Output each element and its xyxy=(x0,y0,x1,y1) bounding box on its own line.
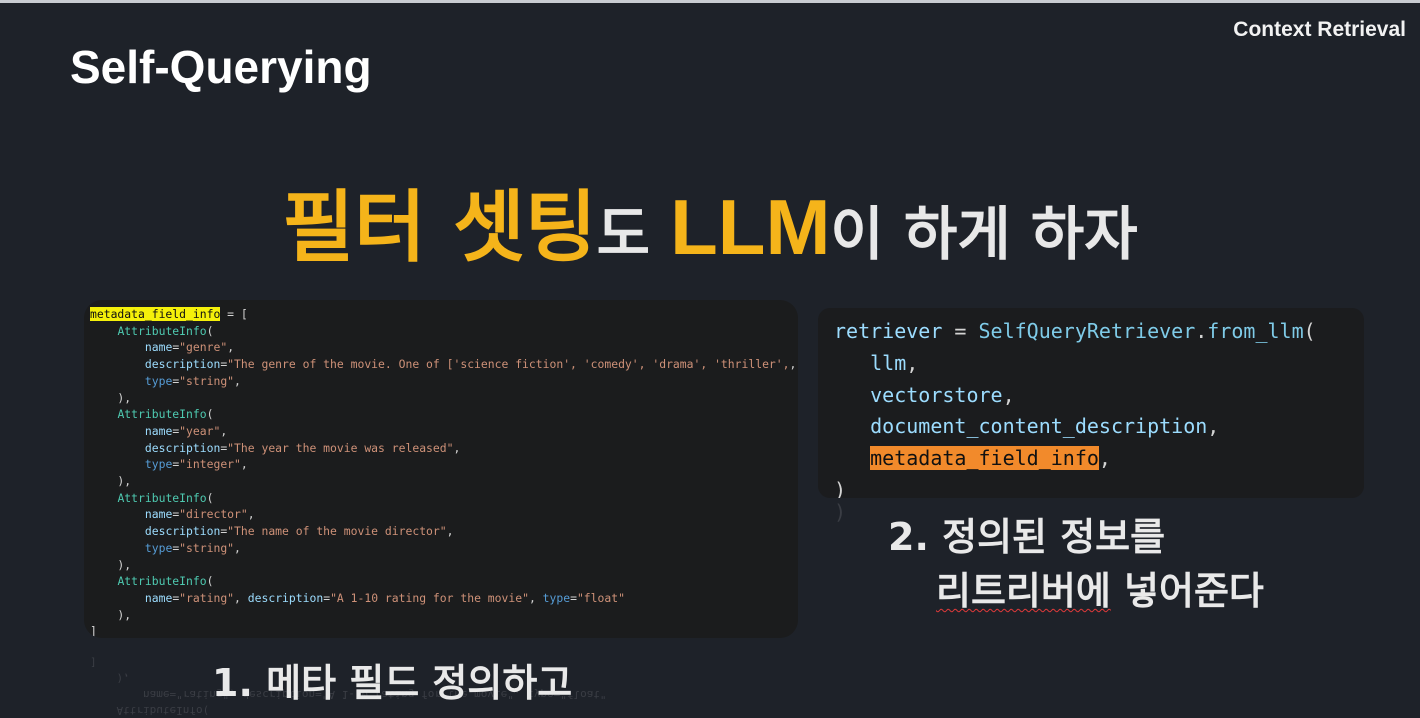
caption-step2-line2: 리트리버에 넣어준다 xyxy=(888,564,1264,618)
brand-label: Context Retrieval xyxy=(1233,18,1406,41)
headline: 필터 셋팅도 LLM이 하게 하자 xyxy=(0,165,1420,277)
caption-step2-rest: 넣어준다 xyxy=(1110,569,1264,613)
highlighted-arg: metadata_field_info xyxy=(870,446,1099,471)
caption-step2: 2. 정의된 정보를 리트리버에 넣어준다 xyxy=(888,510,1264,618)
caption-step1: 1. 메타 필드 정의하고 xyxy=(212,661,573,705)
code-block-metadata: metadata_field_info = [ AttributeInfo( n… xyxy=(84,300,798,638)
slide-title: Self-Querying xyxy=(70,41,372,93)
caption-step2-line1: 2. 정의된 정보를 xyxy=(888,515,1166,559)
top-border xyxy=(0,0,1420,3)
headline-part1: 필터 셋팅 xyxy=(282,183,597,273)
code-block-retriever: retriever = SelfQueryRetriever.from_llm(… xyxy=(818,308,1364,498)
code-text-metadata: metadata_field_info = [ AttributeInfo( n… xyxy=(90,307,797,638)
highlighted-var: metadata_field_info xyxy=(90,307,221,321)
headline-part3: LLM xyxy=(670,183,831,271)
headline-part4: 이 하게 하자 xyxy=(830,200,1138,268)
code-reflection-right: ) xyxy=(834,500,847,524)
code-text-retriever: retriever = SelfQueryRetriever.from_llm(… xyxy=(834,319,1316,498)
headline-part2: 도 xyxy=(596,200,671,268)
caption-step2-word: 리트리버에 xyxy=(936,569,1111,613)
